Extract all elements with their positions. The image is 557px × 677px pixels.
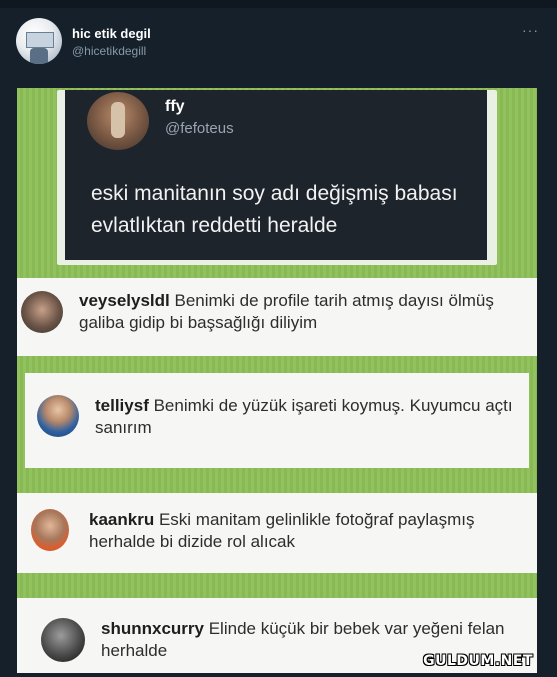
display-name[interactable]: hic etik degil xyxy=(72,26,151,41)
avatar-graphic xyxy=(26,32,54,48)
comment-body: kaankru Eski manitam gelinlikle fotoğraf… xyxy=(89,509,529,553)
embedded-tweet-name: ffy xyxy=(165,98,185,115)
avatar-figure xyxy=(30,48,48,64)
comment-username: veyselysldl xyxy=(79,291,170,310)
comment-avatar xyxy=(41,618,85,662)
comment-card: telliysf Benimki de yüzük işareti koymuş… xyxy=(25,373,529,468)
embedded-tweet-avatar xyxy=(87,92,149,150)
person-figure xyxy=(111,102,125,138)
comment-avatar xyxy=(31,509,69,551)
embedded-tweet-text: eski manitanın soy adı değişmiş babası e… xyxy=(91,182,458,237)
comment-card: kaankru Eski manitam gelinlikle fotoğraf… xyxy=(17,493,537,573)
user-handle[interactable]: @hicetikdegill xyxy=(72,44,146,58)
embedded-tweet-handle: @fefoteus xyxy=(165,120,234,137)
more-options-icon[interactable]: ··· xyxy=(522,22,539,38)
top-divider xyxy=(0,0,557,8)
comment-avatar xyxy=(21,291,63,333)
embedded-tweet-card: ffy @fefoteus eski manitanın soy adı değ… xyxy=(65,90,487,260)
comment-avatar xyxy=(37,395,79,437)
comment-username: telliysf xyxy=(95,396,149,415)
avatar[interactable] xyxy=(16,18,62,64)
watermark: GULDUM.NET xyxy=(423,653,533,669)
comment-username: kaankru xyxy=(89,510,155,529)
comment-body: telliysf Benimki de yüzük işareti koymuş… xyxy=(95,395,525,439)
comment-text: Benimki de yüzük işareti koymuş. Kuyumcu… xyxy=(95,396,513,437)
embedded-tweet: ffy @fefoteus eski manitanın soy adı değ… xyxy=(57,90,497,265)
comment-username: shunnxcurry xyxy=(101,619,204,638)
comment-body: veyselysldl Benimki de profile tarih atm… xyxy=(79,290,529,334)
meme-image[interactable]: ffy @fefoteus eski manitanın soy adı değ… xyxy=(17,88,537,673)
tweet-header: hic etik degil @hicetikdegill ··· xyxy=(0,8,557,80)
comment-card: veyselysldl Benimki de profile tarih atm… xyxy=(17,278,537,356)
